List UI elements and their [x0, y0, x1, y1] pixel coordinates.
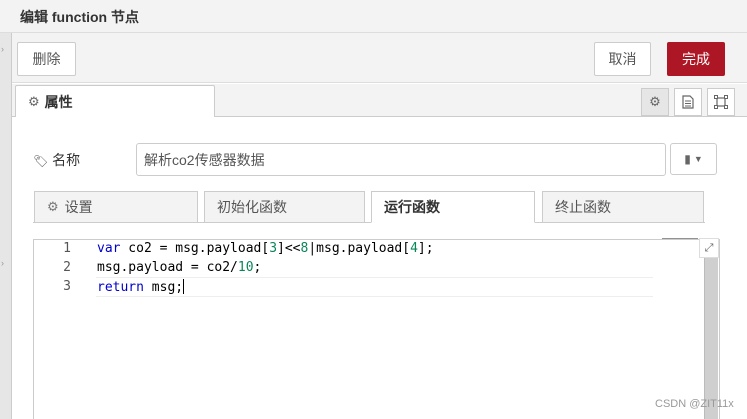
line-number: 1	[63, 241, 71, 256]
library-button[interactable]: ▮ ▼	[670, 143, 717, 175]
document-icon	[682, 95, 694, 109]
line-separator	[96, 277, 653, 278]
tab-properties[interactable]: ⚙ 属性	[15, 85, 215, 118]
edge-marker: ›	[1, 44, 4, 54]
line-number: 3	[63, 279, 71, 294]
subtab-initialize[interactable]: 初始化函数	[204, 191, 365, 223]
cancel-button[interactable]: 取消	[594, 42, 651, 76]
workspace-edge	[0, 33, 12, 419]
watermark: CSDN @ZIT11x	[655, 398, 734, 410]
subtab-close[interactable]: 终止函数	[542, 191, 704, 223]
subtab-run[interactable]: 运行函数	[371, 191, 535, 223]
editor-scrollbar[interactable]	[704, 258, 718, 419]
tab-properties-label: 属性	[44, 94, 73, 110]
gear-icon: ⚙	[47, 199, 59, 214]
tab-settings-icon-button[interactable]: ⚙	[641, 88, 669, 116]
gear-icon: ⚙	[649, 94, 661, 109]
book-icon: ▮	[684, 152, 691, 166]
dialog-title: 编辑 function 节点	[20, 9, 139, 25]
appearance-icon	[714, 95, 728, 109]
line-number: 2	[63, 260, 71, 275]
tag-icon: 🏷	[33, 154, 49, 168]
code-line-3[interactable]: return msg;	[97, 279, 185, 295]
expand-icon: ⤢	[704, 241, 714, 254]
edge-marker: ›	[1, 258, 4, 268]
code-line-2[interactable]: msg.payload = co2/10;	[97, 260, 261, 275]
tab-appearance-icon-button[interactable]	[707, 88, 735, 116]
done-button[interactable]: 完成	[667, 42, 725, 76]
line-separator	[96, 296, 653, 297]
expand-editor-button[interactable]: ⤢	[699, 238, 719, 258]
name-input[interactable]: 解析co2传感器数据	[136, 143, 666, 176]
code-line-1[interactable]: var co2 = msg.payload[3]<<8|msg.payload[…	[97, 241, 434, 256]
editor-minimap: ▬▬▬▬▬▬▬▬▬▬▬▬	[662, 237, 698, 240]
caret-down-icon: ▼	[693, 154, 703, 164]
delete-button[interactable]: 删除	[17, 42, 76, 76]
tab-description-icon-button[interactable]	[674, 88, 702, 116]
subtab-setup[interactable]: ⚙ 设置	[34, 191, 198, 223]
gear-icon: ⚙	[28, 94, 40, 109]
name-label: 🏷 名称	[33, 152, 81, 168]
